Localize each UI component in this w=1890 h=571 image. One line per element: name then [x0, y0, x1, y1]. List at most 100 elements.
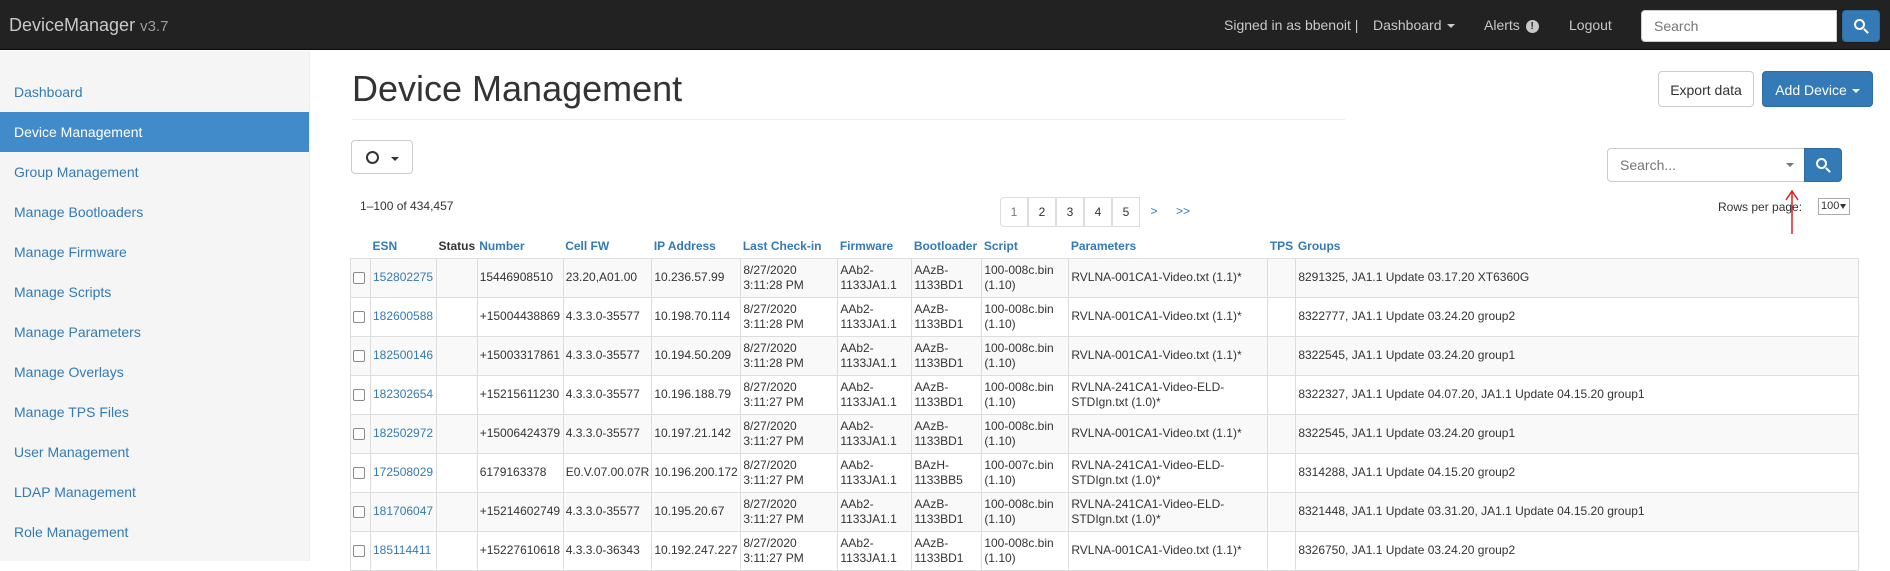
esn-link[interactable]: 172508029 [370, 452, 437, 493]
brand[interactable]: DeviceManager v3.7 [9, 15, 168, 36]
add-device-label: Add Device [1775, 82, 1847, 98]
row-checkbox[interactable] [353, 544, 365, 557]
bootloader-line-1: AAzB- [914, 535, 949, 550]
add-device-button[interactable]: Add Device [1762, 71, 1873, 107]
row-select-dropdown[interactable] [351, 140, 413, 174]
table-row[interactable]: 182600588 +15004438869 4.3.3.0-35577 10.… [350, 296, 1860, 337]
sidebar-item-manage-parameters[interactable]: Manage Parameters [0, 312, 309, 352]
grid-search-button[interactable] [1804, 148, 1842, 182]
sidebar-item-manage-tps-files[interactable]: Manage TPS Files [0, 392, 309, 432]
page-4-button[interactable]: 4 [1084, 197, 1112, 227]
table-row[interactable]: 172508029 6179163378 E0.V.07.00.07R 10.1… [350, 452, 1860, 493]
row-checkbox[interactable] [353, 349, 365, 362]
col-parameters[interactable]: Parameters [1069, 234, 1268, 258]
table-row[interactable]: 152802275 15446908510 23.20,A01.00 10.23… [350, 257, 1860, 298]
page-3-button[interactable]: 3 [1056, 197, 1084, 227]
sidebar-item-ldap-management[interactable]: LDAP Management [0, 472, 309, 512]
row-checkbox[interactable] [353, 310, 365, 323]
bootloader-line-2: 1133BD1 [914, 355, 964, 370]
col-esn[interactable]: ESN [371, 234, 437, 258]
bootloader-line-1: AAzB- [914, 262, 949, 277]
sidebar-item-group-management[interactable]: Group Management [0, 152, 309, 192]
sidebar-item-manage-overlays[interactable]: Manage Overlays [0, 352, 309, 392]
sidebar-item-dashboard[interactable]: Dashboard [0, 72, 309, 112]
row-checkbox[interactable] [353, 466, 365, 479]
cell-fw-cell: 23.20,A01.00 [562, 257, 653, 298]
esn-link[interactable]: 182302654 [370, 374, 437, 415]
rows-per-page-select[interactable]: 100 [1818, 198, 1850, 215]
tps-cell [1267, 335, 1297, 376]
table-row[interactable]: 181706047 +15214602749 4.3.3.0-35577 10.… [350, 491, 1860, 532]
parameters-line-1: RVLNA-001CA1-Video.txt (1.1)* [1071, 426, 1242, 440]
sidebar-item-manage-bootloaders[interactable]: Manage Bootloaders [0, 192, 309, 232]
row-checkbox[interactable] [353, 505, 365, 518]
firmware-line-1: AAb2- [840, 340, 874, 355]
firmware-line-1: AAb2- [840, 262, 874, 277]
cell-fw-cell: 4.3.3.0-35577 [562, 491, 653, 532]
sidebar-item-user-management[interactable]: User Management [0, 432, 309, 472]
esn-link[interactable]: 182500146 [370, 335, 437, 376]
row-checkbox-cell [350, 257, 371, 298]
page-2-button[interactable]: 2 [1028, 197, 1056, 227]
row-checkbox[interactable] [353, 388, 365, 401]
col-groups[interactable]: Groups [1296, 234, 1859, 258]
tps-cell [1267, 257, 1297, 298]
tps-cell [1267, 452, 1297, 493]
table-header-row: ESN Status Number Cell FW IP Address Las… [351, 234, 1859, 258]
col-cell-fw[interactable]: Cell FW [563, 234, 652, 258]
chevron-down-icon[interactable] [1786, 163, 1794, 167]
table-row[interactable]: 182500146 +15003317861 4.3.3.0-35577 10.… [350, 335, 1860, 376]
next-page-button[interactable]: > [1140, 197, 1168, 227]
script-line-1: 100-007c.bin [984, 457, 1054, 472]
esn-link[interactable]: 185114411 [370, 530, 437, 571]
last-page-button[interactable]: >> [1168, 197, 1198, 227]
sidebar: Dashboard Device Management Group Manage… [0, 51, 310, 561]
script-cell: 100-008c.bin (1.10) [981, 335, 1070, 376]
table-row[interactable]: 185114411 +15227610618 4.3.3.0-36343 10.… [350, 530, 1860, 571]
dashboard-dropdown[interactable]: Dashboard [1373, 17, 1455, 33]
col-firmware[interactable]: Firmware [838, 234, 912, 258]
status-cell [436, 491, 478, 532]
last-check-in-cell: 8/27/2020 3:11:27 PM [740, 374, 839, 415]
col-last-check-in[interactable]: Last Check-in [741, 234, 838, 258]
sidebar-item-manage-firmware[interactable]: Manage Firmware [0, 232, 309, 272]
page-1-button[interactable]: 1 [1000, 197, 1028, 227]
col-number[interactable]: Number [477, 234, 563, 258]
esn-link[interactable]: 182600588 [370, 296, 437, 337]
alerts-link[interactable]: Alerts ! [1484, 17, 1539, 33]
col-bootloader[interactable]: Bootloader [912, 234, 982, 258]
row-checkbox[interactable] [353, 427, 365, 440]
table-row[interactable]: 182302654 +15215611230 4.3.3.0-35577 10.… [350, 374, 1860, 415]
firmware-line-1: AAb2- [840, 379, 874, 394]
sidebar-item-role-management[interactable]: Role Management [0, 512, 309, 552]
title-divider [352, 119, 1345, 120]
status-cell [436, 296, 478, 337]
script-line-2: (1.10) [984, 550, 1016, 565]
table-row[interactable]: 182502972 +15006424379 4.3.3.0-35577 10.… [350, 413, 1860, 454]
firmware-line-2: 1133JA1.1 [840, 277, 897, 292]
esn-link[interactable]: 181706047 [370, 491, 437, 532]
firmware-cell: AAb2- 1133JA1.1 [837, 374, 913, 415]
col-tps[interactable]: TPS [1268, 234, 1296, 258]
page-5-button[interactable]: 5 [1112, 197, 1140, 227]
sidebar-item-device-management[interactable]: Device Management [0, 112, 309, 152]
script-line-1: 100-008c.bin [984, 496, 1054, 511]
check-in-time: 3:11:27 PM [743, 511, 804, 526]
pagination: 1 2 3 4 5 > >> [1000, 197, 1198, 227]
logout-link[interactable]: Logout [1569, 17, 1612, 33]
col-ip-address[interactable]: IP Address [652, 234, 741, 258]
firmware-line-2: 1133JA1.1 [840, 472, 897, 487]
script-cell: 100-007c.bin (1.10) [981, 452, 1070, 493]
bootloader-line-2: 1133BD1 [914, 433, 964, 448]
sidebar-item-manage-scripts[interactable]: Manage Scripts [0, 272, 309, 312]
esn-link[interactable]: 152802275 [370, 257, 437, 298]
check-in-date: 8/27/2020 [743, 496, 797, 511]
export-data-button[interactable]: Export data [1658, 71, 1754, 107]
esn-link[interactable]: 182502972 [370, 413, 437, 454]
grid-search-input[interactable] [1607, 148, 1805, 182]
row-checkbox[interactable] [353, 271, 365, 284]
nav-search-input[interactable] [1641, 10, 1837, 42]
groups-cell: 8326750, JA1.1 Update 03.24.20 group2 [1295, 530, 1860, 571]
col-script[interactable]: Script [982, 234, 1069, 258]
nav-search-button[interactable] [1842, 10, 1880, 42]
